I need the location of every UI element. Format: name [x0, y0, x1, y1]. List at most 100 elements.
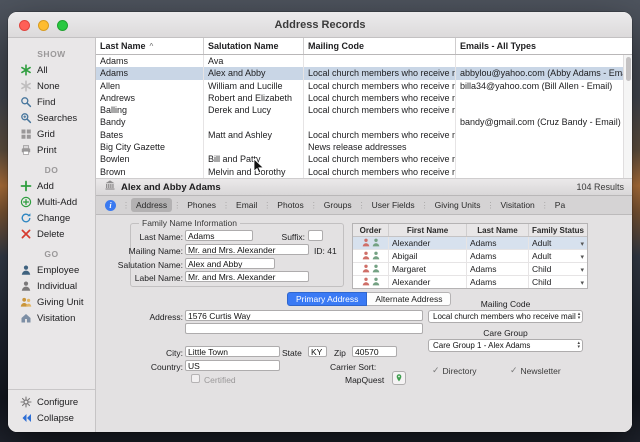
label-name-field[interactable]: [185, 271, 309, 282]
suffix-field[interactable]: [308, 230, 323, 241]
records-table-header: Last Name^ Salutation Name Mailing Code …: [96, 38, 632, 55]
chevron-down-icon: [580, 264, 584, 274]
table-row[interactable]: BrownMelvin and DorothyLocal church memb…: [96, 166, 632, 178]
address-line1-field[interactable]: [185, 310, 423, 321]
sidebar-item-delete[interactable]: Delete: [8, 226, 95, 242]
primary-address-tab[interactable]: Primary Address: [287, 292, 367, 306]
table-row-selected[interactable]: AdamsAlex and AbbyLocal church members w…: [96, 67, 632, 79]
scrollbar-thumb[interactable]: [626, 57, 632, 81]
member-row[interactable]: Margaret Adams Child: [353, 263, 587, 276]
country-field[interactable]: [185, 360, 280, 371]
search-plus-icon: [19, 112, 32, 124]
city-field[interactable]: [185, 346, 280, 357]
zoom-window-button[interactable]: [57, 20, 68, 31]
table-row[interactable]: Bandybandy@gmail.com (Cruz Bandy - Email…: [96, 116, 632, 128]
directory-toggle[interactable]: Directory: [432, 365, 477, 376]
tab-separator-icon: [357, 201, 367, 210]
sidebar-item-configure[interactable]: Configure: [8, 394, 95, 410]
table-row[interactable]: AllenWilliam and LucilleLocal church mem…: [96, 80, 632, 92]
chevron-down-icon: [580, 238, 584, 248]
sidebar-item-print[interactable]: Print: [8, 142, 95, 158]
tab-photos[interactable]: Photos: [272, 198, 308, 212]
member-row[interactable]: Abigail Adams Adult: [353, 250, 587, 263]
person-green-icon[interactable]: [372, 277, 380, 288]
scrollbar-track[interactable]: [623, 55, 632, 178]
tab-email[interactable]: Email: [231, 198, 262, 212]
person-green-icon[interactable]: [372, 251, 380, 262]
sidebar-item-label: Find: [37, 97, 55, 108]
family-status-select[interactable]: Child: [529, 276, 587, 288]
sidebar-item-label: Change: [37, 213, 70, 224]
newsletter-toggle[interactable]: Newsletter: [510, 365, 561, 376]
printer-icon: [19, 144, 32, 156]
check-icon: [510, 365, 518, 376]
desktop: { "window": { "title": "Address Records"…: [0, 0, 640, 442]
member-row[interactable]: Alexander Adams Adult: [353, 237, 587, 250]
tab-address[interactable]: Address: [131, 198, 172, 212]
mailing-code-select[interactable]: Local church members who receive mail: [428, 310, 583, 323]
tab-groups[interactable]: Groups: [319, 198, 357, 212]
column-header-salutation[interactable]: Salutation Name: [204, 38, 304, 54]
person-green-icon[interactable]: [372, 238, 380, 249]
family-status-select[interactable]: Adult: [529, 250, 587, 262]
country-label: Country:: [96, 362, 183, 372]
zip-field[interactable]: [352, 346, 397, 357]
address-line2-field[interactable]: [185, 323, 423, 334]
certified-checkbox[interactable]: [191, 374, 200, 383]
sidebar-item-find[interactable]: Find: [8, 94, 95, 110]
member-row[interactable]: Alexander Adams Child: [353, 276, 587, 289]
sidebar-item-all[interactable]: All: [8, 62, 95, 78]
tab-pastoral[interactable]: Pa: [550, 198, 570, 212]
sidebar-item-individual[interactable]: Individual: [8, 278, 95, 294]
sidebar-item-label: Grid: [37, 129, 55, 140]
sidebar-item-grid[interactable]: Grid: [8, 126, 95, 142]
family-status-select[interactable]: Adult: [529, 237, 587, 249]
table-row[interactable]: AdamsAva: [96, 55, 632, 67]
person-icon: [19, 264, 32, 276]
care-group-select[interactable]: Care Group 1 - Alex Adams: [428, 339, 583, 352]
tab-user-fields[interactable]: User Fields: [367, 198, 420, 212]
tab-visitation[interactable]: Visitation: [495, 198, 539, 212]
window-title: Address Records: [274, 19, 365, 31]
sidebar-item-visitation[interactable]: Visitation: [8, 310, 95, 326]
person-red-icon[interactable]: [362, 277, 370, 288]
titlebar[interactable]: Address Records: [8, 12, 632, 38]
chevron-down-icon: [580, 277, 584, 287]
tab-giving-units[interactable]: Giving Units: [430, 198, 486, 212]
column-header-last-name[interactable]: Last Name^: [96, 38, 204, 54]
minimize-window-button[interactable]: [38, 20, 49, 31]
table-row[interactable]: Big City GazetteNews release addresses: [96, 141, 632, 153]
sidebar-item-none[interactable]: None: [8, 78, 95, 94]
table-row[interactable]: BallingDerek and LucyLocal church member…: [96, 104, 632, 116]
column-header-emails[interactable]: Emails - All Types: [456, 38, 632, 54]
sidebar-item-label: Searches: [37, 113, 77, 124]
mapquest-button[interactable]: [392, 371, 406, 385]
sidebar-item-employee[interactable]: Employee: [8, 262, 95, 278]
state-field[interactable]: [308, 346, 327, 357]
sidebar-item-multi-add[interactable]: Multi-Add: [8, 194, 95, 210]
person-green-icon[interactable]: [372, 264, 380, 275]
family-status-select[interactable]: Child: [529, 263, 587, 275]
sidebar-item-searches[interactable]: Searches: [8, 110, 95, 126]
sidebar-item-collapse[interactable]: Collapse: [8, 410, 95, 426]
sidebar-item-change[interactable]: Change: [8, 210, 95, 226]
table-row[interactable]: BatesMatt and AshleyLocal church members…: [96, 129, 632, 141]
table-row[interactable]: BowlenBill and PattyLocal church members…: [96, 153, 632, 165]
person-red-icon[interactable]: [362, 238, 370, 249]
table-row[interactable]: AndrewsRobert and ElizabethLocal church …: [96, 92, 632, 104]
person-red-icon[interactable]: [362, 264, 370, 275]
salutation-name-field[interactable]: [185, 258, 275, 269]
close-window-button[interactable]: [19, 20, 30, 31]
sidebar: SHOW All None Find Searches Grid: [8, 38, 96, 432]
asterisk-icon: [19, 64, 32, 76]
sidebar-item-giving-unit[interactable]: Giving Unit: [8, 294, 95, 310]
tab-phones[interactable]: Phones: [182, 198, 221, 212]
column-header-mailing-code[interactable]: Mailing Code: [304, 38, 456, 54]
last-name-field[interactable]: [185, 230, 253, 241]
tab-info[interactable]: i: [100, 198, 121, 213]
sidebar-item-add[interactable]: Add: [8, 178, 95, 194]
members-header: Order First Name Last Name Family Status: [353, 224, 587, 237]
sidebar-item-label: Delete: [37, 229, 64, 240]
mailing-name-field[interactable]: [185, 244, 309, 255]
person-red-icon[interactable]: [362, 251, 370, 262]
